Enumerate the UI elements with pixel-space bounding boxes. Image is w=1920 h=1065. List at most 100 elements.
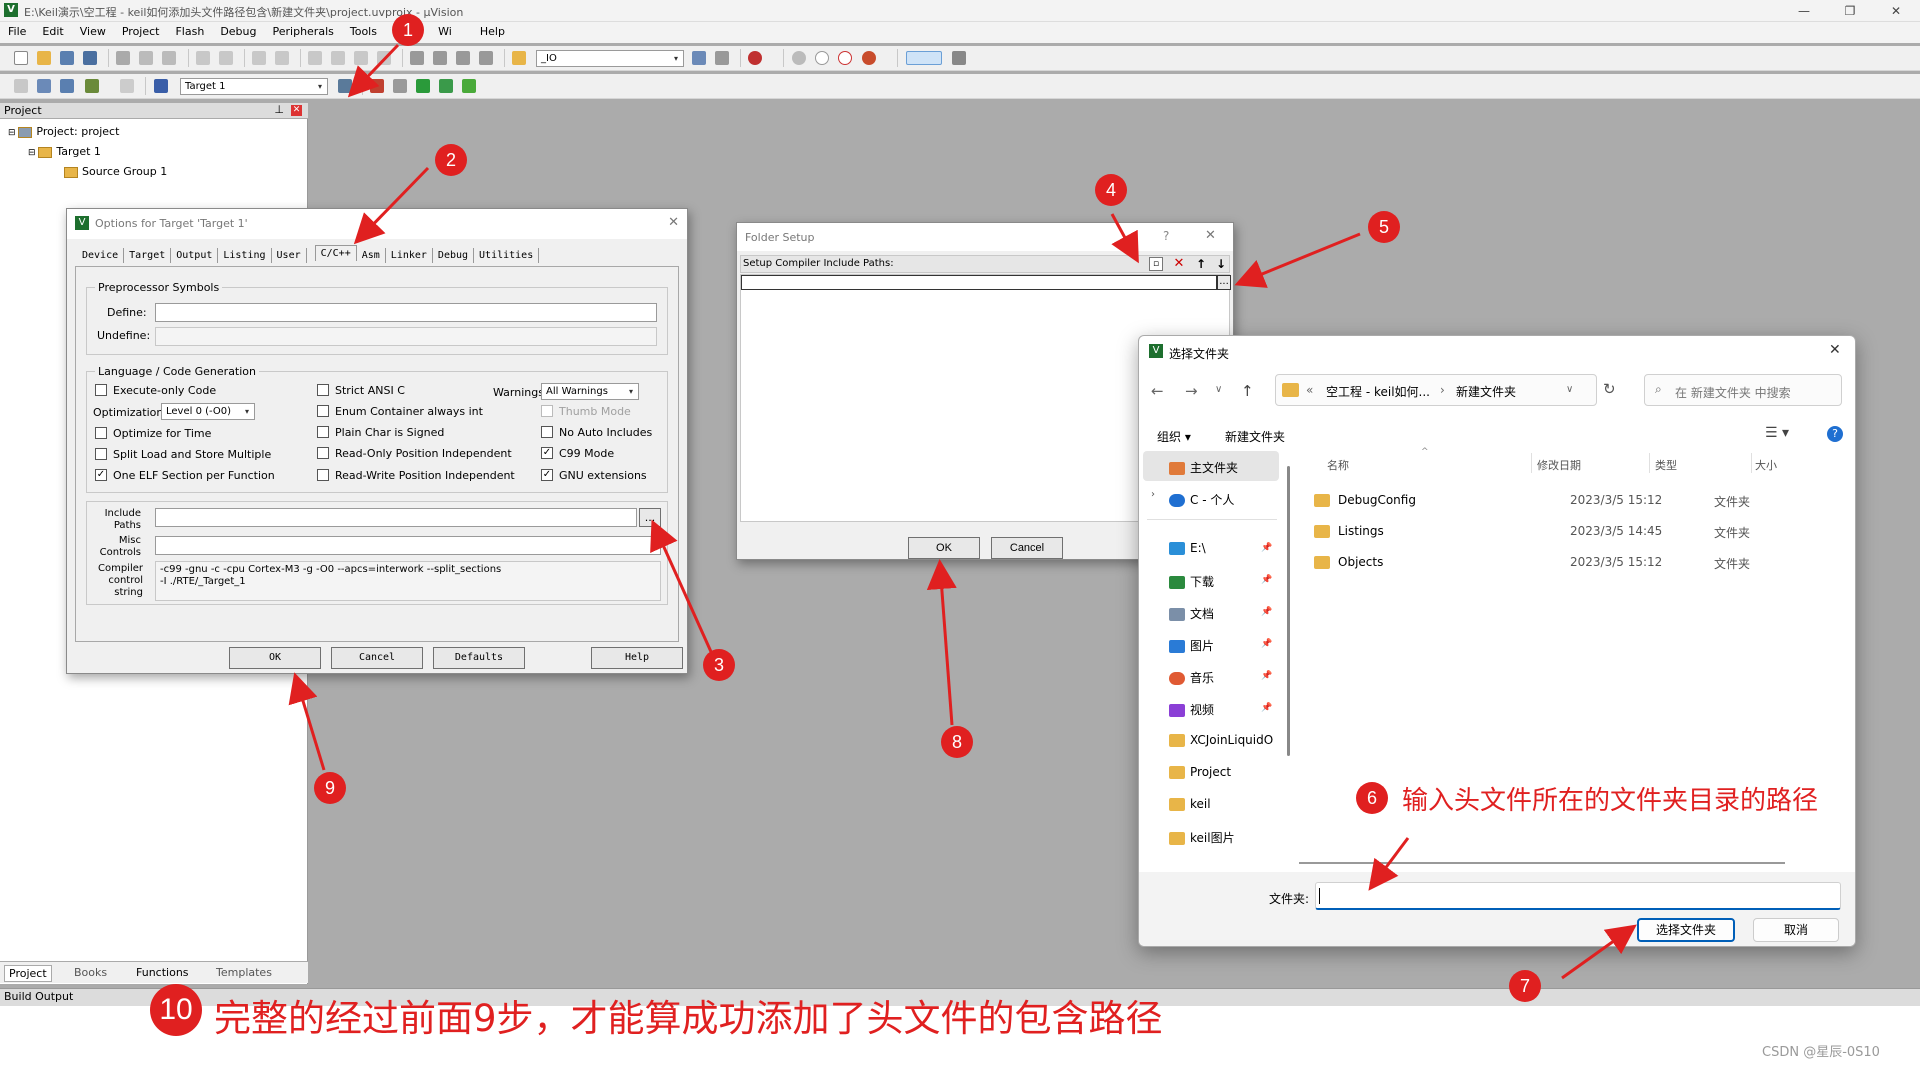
tab-debug[interactable]: Debug [433, 248, 475, 263]
define-field[interactable] [155, 303, 657, 322]
menu-help[interactable]: Help [460, 22, 513, 38]
comment-icon[interactable] [456, 51, 470, 65]
pin-icon[interactable]: 📌 [1261, 575, 1272, 585]
unindent-icon[interactable] [433, 51, 447, 65]
tree-project[interactable]: ⊟ Project: project [8, 125, 119, 138]
menu-flash[interactable]: Flash [167, 22, 212, 38]
debug-start-icon[interactable] [748, 51, 762, 65]
column-name[interactable]: 名称 [1327, 457, 1349, 473]
save-all-icon[interactable] [83, 51, 97, 65]
menu-view[interactable]: View [72, 22, 114, 38]
enum-container-checkbox[interactable] [317, 405, 329, 417]
manage-rte-icon[interactable] [416, 79, 430, 93]
tab-linker[interactable]: Linker [386, 248, 433, 263]
split-load-checkbox[interactable] [95, 448, 107, 460]
rw-position-checkbox[interactable] [317, 469, 329, 481]
menu-file[interactable]: File [0, 22, 34, 38]
menu-tools[interactable]: Tools [342, 22, 385, 38]
find-icon[interactable] [692, 51, 706, 65]
view-options-icon[interactable]: ☰ ▾ [1765, 425, 1789, 441]
tab-cpp[interactable]: C/C++ [314, 245, 357, 261]
expand-chevron-icon[interactable]: › [1151, 489, 1155, 500]
tab-output[interactable]: Output [171, 248, 219, 263]
search-box[interactable]: ⌕ 在 新建文件夹 中搜索 [1644, 374, 1842, 406]
nav-xcjoin[interactable]: XCJoinLiquidO [1169, 733, 1273, 747]
include-paths-field[interactable] [155, 508, 637, 527]
indent-icon[interactable] [410, 51, 424, 65]
pin-icon[interactable]: 📌 [1261, 543, 1272, 553]
folder-setup-ok-button[interactable]: OK [908, 537, 980, 559]
nav-pictures[interactable]: 图片 [1169, 637, 1214, 654]
tree-source-group[interactable]: Source Group 1 [64, 165, 167, 178]
misc-controls-field[interactable] [155, 536, 661, 555]
path-segment-current[interactable]: 新建文件夹 [1456, 383, 1516, 400]
tab-target[interactable]: Target [124, 248, 172, 263]
nav-keil-pictures[interactable]: keil图片 [1169, 829, 1235, 846]
uncomment-icon[interactable] [479, 51, 493, 65]
folder-setup-cancel-button[interactable]: Cancel [991, 537, 1063, 559]
help-button[interactable]: Help [591, 647, 683, 669]
gnu-ext-checkbox[interactable]: ✓ [541, 469, 553, 481]
help-icon[interactable]: ? [1827, 426, 1843, 442]
close-button[interactable]: ✕ [1876, 2, 1916, 20]
include-path-browse-button[interactable]: ... [1217, 275, 1231, 290]
build-icon[interactable] [37, 79, 51, 93]
tab-user[interactable]: User [272, 248, 307, 263]
minimize-button[interactable]: — [1784, 2, 1824, 20]
organize-button[interactable]: 组织 ▾ [1157, 428, 1191, 445]
pin-icon[interactable]: 📌 [1261, 703, 1272, 713]
column-size[interactable]: 大小 [1755, 457, 1777, 473]
incremental-find-icon[interactable] [715, 51, 729, 65]
new-file-icon[interactable] [14, 51, 28, 65]
execute-only-checkbox[interactable] [95, 384, 107, 396]
address-chevron-icon[interactable]: ∨ [1566, 384, 1573, 395]
tab-templates[interactable]: Templates [212, 965, 276, 980]
folder-input[interactable] [1315, 882, 1841, 910]
options-for-target-icon[interactable] [338, 79, 352, 93]
no-auto-includes-checkbox[interactable] [541, 426, 553, 438]
nav-documents[interactable]: 文档 [1169, 605, 1214, 622]
cut-icon[interactable] [116, 51, 130, 65]
refresh-icon[interactable]: ↻ [1603, 380, 1616, 398]
path-overflow[interactable]: « [1306, 383, 1313, 397]
include-paths-browse-button[interactable]: ... [639, 508, 661, 527]
nav-keil[interactable]: keil [1169, 797, 1211, 811]
download-icon[interactable] [154, 79, 168, 93]
cancel-button[interactable]: Cancel [331, 647, 423, 669]
paste-icon[interactable] [162, 51, 176, 65]
tab-utilities[interactable]: Utilities [474, 248, 540, 263]
window-layout-icon[interactable] [906, 51, 942, 65]
ro-position-checkbox[interactable] [317, 447, 329, 459]
bookmark-icon[interactable] [308, 51, 322, 65]
plain-char-checkbox[interactable] [317, 426, 329, 438]
column-type[interactable]: 类型 [1655, 457, 1677, 473]
forward-icon[interactable]: → [1185, 382, 1198, 400]
breakpoint-clear-icon[interactable] [838, 51, 852, 65]
one-elf-checkbox[interactable]: ✓ [95, 469, 107, 481]
menu-window[interactable]: Wi [430, 22, 460, 38]
bookmark-next-icon[interactable] [354, 51, 368, 65]
c99-mode-checkbox[interactable]: ✓ [541, 447, 553, 459]
menu-project[interactable]: Project [114, 22, 168, 38]
select-packs-icon[interactable] [393, 79, 407, 93]
pin-icon[interactable]: 📌 [1261, 671, 1272, 681]
new-folder-button[interactable]: 新建文件夹 [1225, 428, 1285, 445]
defaults-button[interactable]: Defaults [433, 647, 525, 669]
pin-icon[interactable]: 📌 [1261, 607, 1272, 617]
include-path-edit[interactable] [741, 275, 1217, 290]
save-icon[interactable] [60, 51, 74, 65]
maximize-button[interactable]: ❐ [1830, 2, 1870, 20]
help-icon[interactable]: ? [1163, 229, 1169, 243]
nav-back-icon[interactable] [252, 51, 266, 65]
column-date[interactable]: 修改日期 [1537, 457, 1581, 473]
ok-button[interactable]: OK [229, 647, 321, 669]
cancel-folder-button[interactable]: 取消 [1753, 918, 1839, 942]
address-bar[interactable]: « 空工程 - keil如何... › 新建文件夹 ∨ [1275, 374, 1597, 406]
manage-project-items-icon[interactable] [370, 79, 384, 93]
configure-icon[interactable] [952, 51, 966, 65]
optimization-select[interactable]: Level 0 (-O0) ▾ [161, 403, 255, 420]
tab-device[interactable]: Device [77, 248, 125, 263]
batch-build-icon[interactable] [85, 79, 99, 93]
nav-project[interactable]: Project [1169, 765, 1231, 779]
open-file-icon[interactable] [37, 51, 51, 65]
